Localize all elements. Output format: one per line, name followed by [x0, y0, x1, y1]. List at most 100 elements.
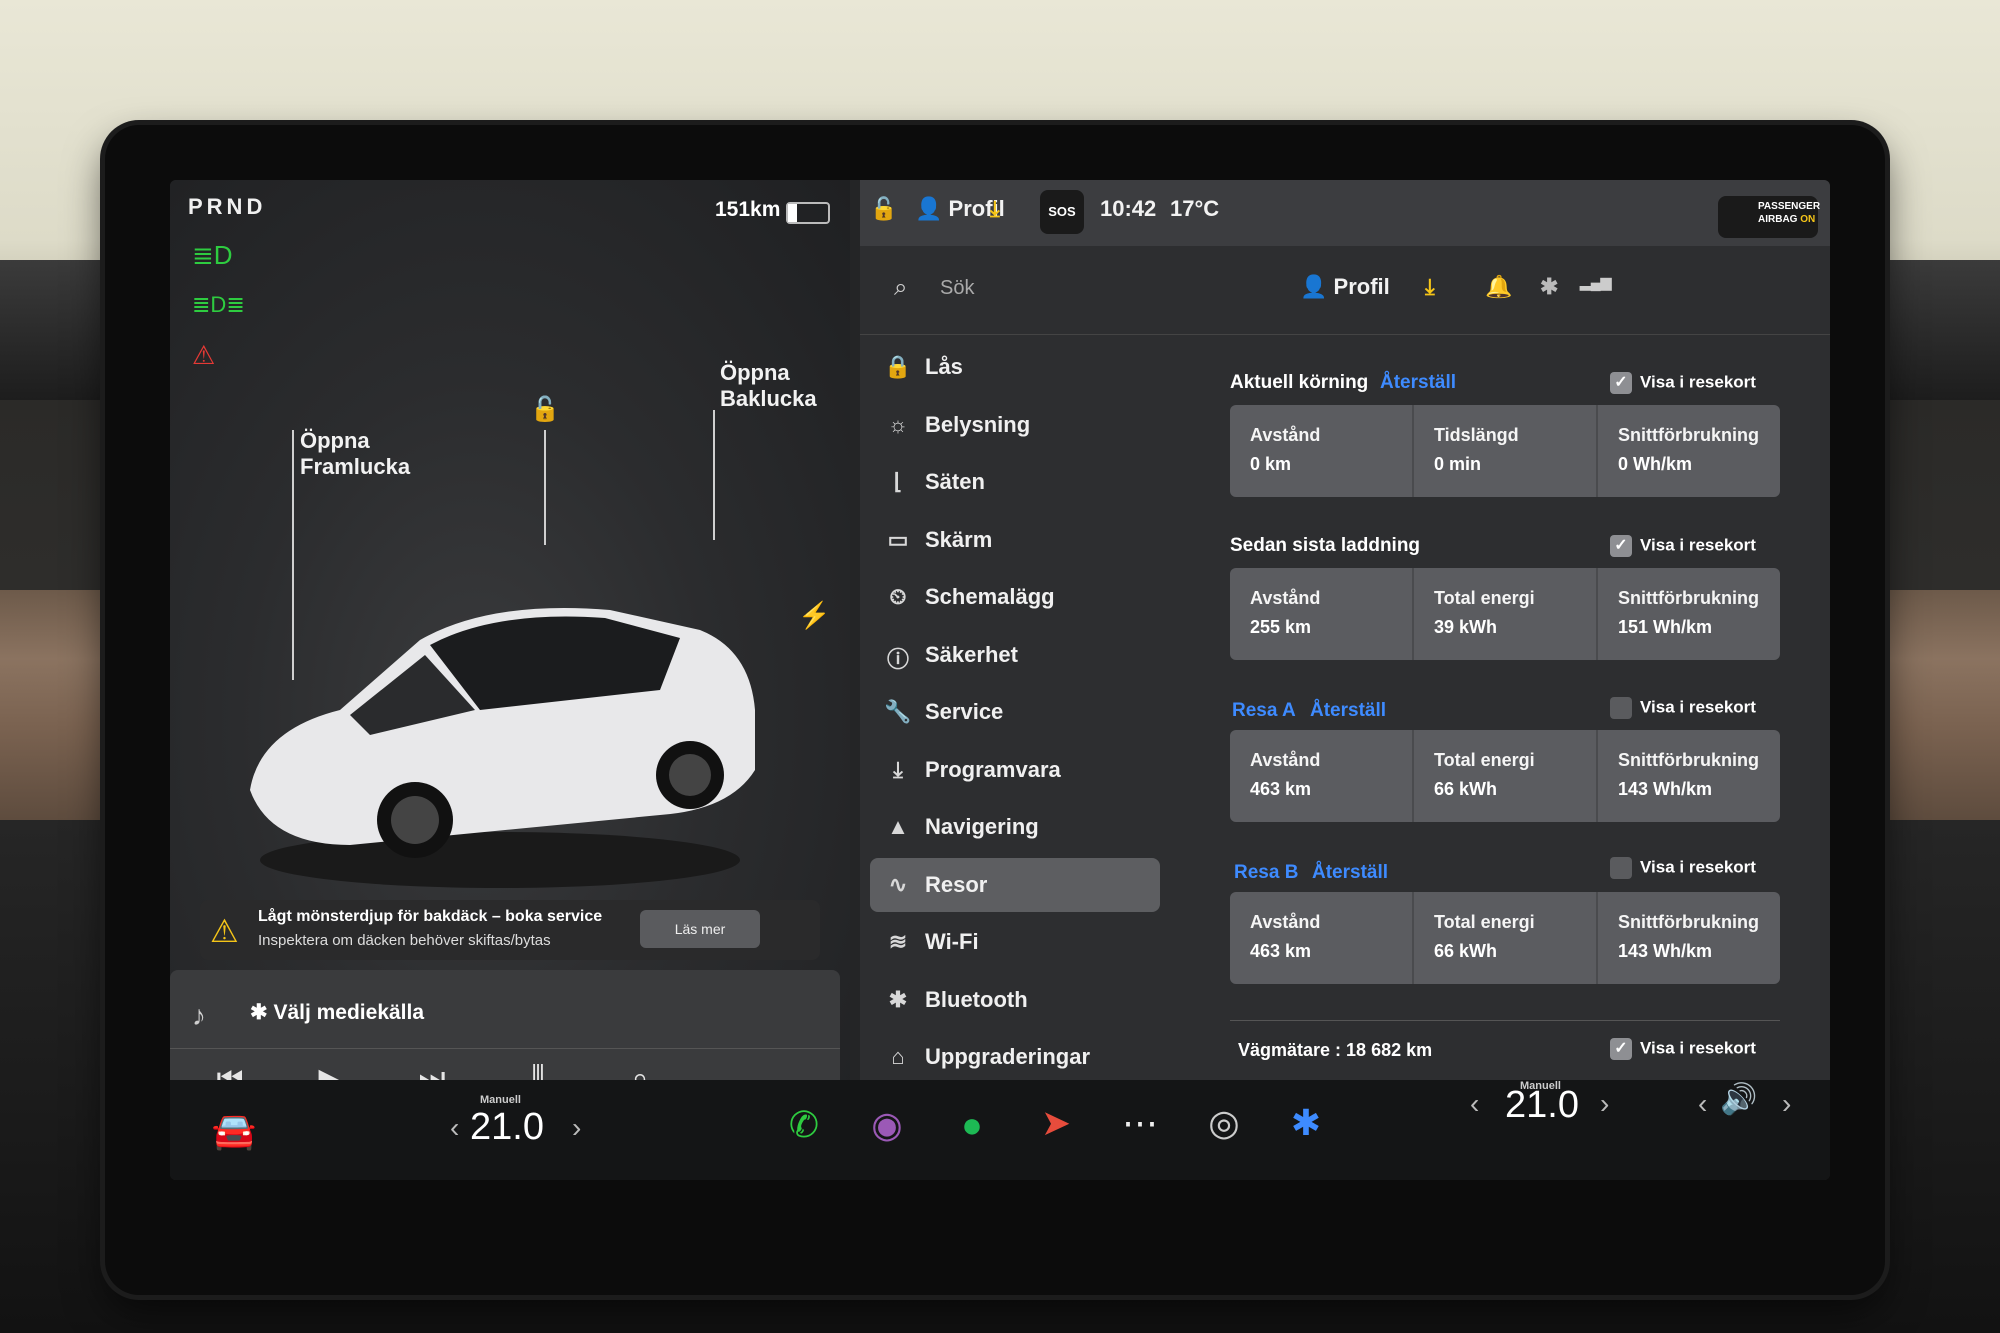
more-apps-icon[interactable]: ⋯	[1116, 1102, 1164, 1144]
download-icon: ⤓	[893, 756, 903, 782]
odometer-show-checkbox[interactable]: ✓ Visa i resekort	[1610, 1038, 1756, 1060]
cell-label: Tidslängd	[1434, 425, 1519, 445]
current-drive-reset-button[interactable]: Återställ	[1380, 372, 1456, 394]
read-more-button[interactable]: Läs mer	[640, 910, 760, 948]
bell-icon[interactable]: 🔔	[1485, 274, 1512, 300]
checkbox-unchecked-icon	[1610, 697, 1632, 719]
spotify-icon[interactable]: ●	[948, 1104, 996, 1146]
left-temp-down-icon[interactable]: ‹	[450, 1112, 459, 1144]
menu-item-sk-rm[interactable]: ▭ Skärm	[870, 513, 1160, 567]
battery-level	[788, 204, 797, 222]
menu-item-s-kerhet[interactable]: ⓘ Säkerhet	[870, 628, 1160, 682]
cell-label: Snittförbrukning	[1618, 588, 1759, 608]
alert-subtitle: Inspektera om däcken behöver skiftas/byt…	[258, 932, 551, 949]
left-temperature[interactable]: 21.0	[470, 1106, 544, 1149]
trip-a-show-checkbox[interactable]: Visa i resekort	[1610, 697, 1756, 719]
trip-b-show-checkbox[interactable]: Visa i resekort	[1610, 857, 1756, 879]
airbag-state: ON	[1800, 214, 1816, 225]
menu-item-label: Service	[925, 699, 1004, 724]
car-icon[interactable]: 🚘	[210, 1110, 258, 1152]
volume-up-icon[interactable]: ›	[1782, 1088, 1791, 1120]
trip-b-title: Resa B	[1234, 862, 1299, 883]
cell-label: Avstånd	[1250, 750, 1321, 770]
lock-icon: 🔒	[884, 354, 912, 379]
trip-b-reset-button[interactable]: Återställ	[1312, 862, 1388, 884]
current-drive-show-checkbox[interactable]: ✓ Visa i resekort	[1610, 372, 1756, 394]
menu-item-belysning[interactable]: ☼ Belysning	[870, 398, 1160, 452]
download-status-icon[interactable]: ⤓	[990, 196, 1000, 222]
cell-label: Snittförbrukning	[1618, 425, 1759, 445]
menu-item-s-ten[interactable]: ⌊ Säten	[870, 455, 1160, 509]
search-icon[interactable]: ⌕	[894, 274, 907, 302]
menu-item-wi-fi[interactable]: ≋ Wi-Fi	[870, 915, 1160, 969]
odometer-show-label: Visa i resekort	[1640, 1038, 1756, 1058]
menu-item-uppgraderingar[interactable]: ⌂ Uppgraderingar	[870, 1030, 1160, 1084]
lock-status-icon[interactable]: 🔓	[870, 196, 897, 222]
open-trunk-line1: Öppna	[720, 360, 790, 385]
cell-label: Avstånd	[1250, 425, 1321, 445]
passenger-airbag-indicator: PASSENGER AIRBAG ON	[1718, 196, 1820, 238]
cell-value: 463 km	[1250, 941, 1312, 961]
gear-indicator: PRND	[188, 194, 267, 219]
menu-item-label: Navigering	[925, 814, 1039, 839]
cell-value: 0 Wh/km	[1618, 454, 1693, 474]
menu-item-label: Bluetooth	[925, 986, 1028, 1012]
odometer-readout: Vägmätare : 18 682 km	[1238, 1040, 1433, 1060]
phone-icon[interactable]: ✆	[780, 1104, 828, 1146]
bluetooth-app-icon[interactable]: ✱	[1282, 1102, 1330, 1144]
menu-item-schemal-gg[interactable]: ⏲ Schemalägg	[870, 570, 1160, 624]
bluetooth-status-icon[interactable]: ✱	[1540, 274, 1558, 300]
menu-item-programvara[interactable]: ⤓ Programvara	[870, 743, 1160, 797]
bag-icon: ⌂	[891, 1044, 905, 1069]
volume-down-icon[interactable]: ‹	[1698, 1088, 1707, 1120]
clock: 10:42	[1100, 196, 1157, 221]
trip-a-distance: Avstånd 463 km	[1230, 730, 1414, 822]
sos-button[interactable]: SOS	[1040, 190, 1084, 234]
cell-value: 463 km	[1250, 779, 1312, 799]
cell-label: Avstånd	[1250, 912, 1321, 932]
left-temp-up-icon[interactable]: ›	[572, 1112, 581, 1144]
menu-item-l-s[interactable]: 🔒 Lås	[870, 340, 1160, 394]
right-temp-up-icon[interactable]: ›	[1600, 1088, 1609, 1120]
volume-icon[interactable]: 🔊	[1715, 1082, 1763, 1117]
front-trunk-pointer	[292, 430, 294, 680]
navigation-app-icon[interactable]: ➤	[1032, 1102, 1080, 1144]
menu-item-label: Uppgraderingar	[925, 1044, 1091, 1069]
menu-item-label: Säkerhet	[925, 641, 1018, 667]
cell-value: 143 Wh/km	[1618, 779, 1713, 799]
open-trunk-button[interactable]: Öppna Baklucka	[720, 360, 817, 412]
trip-a-reset-button[interactable]: Återställ	[1310, 700, 1386, 722]
car-image	[250, 608, 755, 888]
menu-item-service[interactable]: 🔧 Service	[870, 685, 1160, 739]
left-climate-mode: Manuell	[480, 1094, 521, 1106]
cell-value: 151 Wh/km	[1618, 617, 1713, 637]
profile-button[interactable]: 👤 Profil	[1300, 274, 1390, 300]
menu-item-bluetooth[interactable]: ✱ Bluetooth	[870, 973, 1160, 1027]
right-temp-down-icon[interactable]: ‹	[1470, 1088, 1479, 1120]
unlock-icon[interactable]: 🔓	[530, 395, 560, 424]
charge-port-icon[interactable]: ⚡	[798, 600, 830, 631]
search-input[interactable]: Sök	[940, 277, 974, 300]
camera-app-icon[interactable]: ◉	[863, 1104, 911, 1146]
download-icon[interactable]: ⤓	[1425, 274, 1435, 300]
open-frunk-button[interactable]: Öppna Framlucka	[300, 428, 410, 480]
media-source-label: Välj mediekälla	[273, 1001, 425, 1024]
menu-item-label: Schemalägg	[925, 584, 1055, 609]
menu-item-navigering[interactable]: ▲ Navigering	[870, 800, 1160, 854]
right-temperature[interactable]: 21.0	[1505, 1084, 1579, 1127]
since-charge-show-checkbox[interactable]: ✓ Visa i resekort	[1610, 535, 1756, 557]
range-readout: 151km	[715, 198, 781, 221]
odometer-divider	[1230, 1020, 1780, 1021]
wifi-icon: ≋	[888, 929, 908, 954]
trip-b-energy: Total energi 66 kWh	[1414, 892, 1598, 984]
open-trunk-line2: Baklucka	[720, 386, 817, 411]
trip-a-show-label: Visa i resekort	[1640, 697, 1756, 717]
since-charge-distance: Avstånd 255 km	[1230, 568, 1414, 660]
dashcam-icon[interactable]: ◎	[1200, 1102, 1248, 1144]
settings-header: ⌕ Sök 👤 Profil ⤓ 🔔 ✱ ▂▄▆	[860, 246, 1830, 335]
cell-value: 0 km	[1250, 454, 1292, 474]
media-source-button[interactable]: ✱ Välj mediekälla	[250, 1000, 424, 1025]
cell-label: Total energi	[1434, 588, 1535, 608]
cell-label: Snittförbrukning	[1618, 750, 1759, 770]
menu-item-resor[interactable]: ∿ Resor	[870, 857, 1160, 912]
